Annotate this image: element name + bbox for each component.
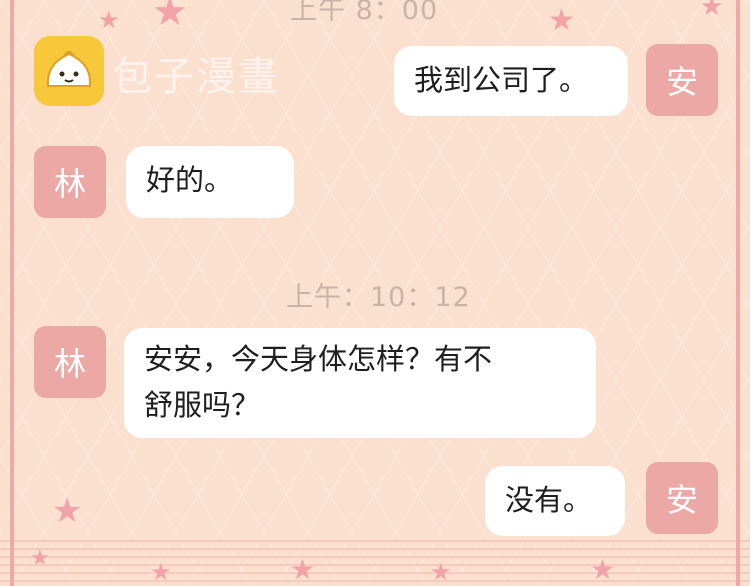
avatar[interactable]: 林 xyxy=(34,146,106,218)
message-bubble: 没有。 xyxy=(485,466,625,536)
avatar[interactable]: 安 xyxy=(646,462,718,534)
decorative-band xyxy=(0,534,750,586)
star-icon: ★ xyxy=(700,0,724,22)
right-border xyxy=(736,0,740,586)
star-icon: ★ xyxy=(590,553,616,586)
star-icon: ★ xyxy=(430,558,452,586)
message-bubble: 安安，今天身体怎样？有不 舒服吗？ xyxy=(124,328,596,438)
star-icon: ★ xyxy=(548,3,575,38)
message-bubble: 好的。 xyxy=(126,146,294,218)
message-text-line: 舒服吗？ xyxy=(144,388,261,422)
avatar[interactable]: 安 xyxy=(646,44,718,116)
star-icon: ★ xyxy=(150,558,172,586)
chat-background: ★ ★ ★ ★ ★ ★ ★ ★ ★ ★ 包子漫畫 上午 8：00 上午：10：1… xyxy=(0,0,750,586)
avatar[interactable]: 林 xyxy=(34,326,106,398)
timestamp: 上午 8：00 xyxy=(290,0,439,26)
star-icon: ★ xyxy=(152,0,188,35)
bun-icon xyxy=(34,36,104,106)
star-icon: ★ xyxy=(52,491,83,531)
message-text-line: 安安，今天身体怎样？有不 xyxy=(144,342,493,376)
timestamp: 上午：10：12 xyxy=(286,282,471,313)
star-icon: ★ xyxy=(290,553,316,586)
message-bubble: 我到公司了。 xyxy=(394,46,628,116)
star-icon: ★ xyxy=(30,546,50,571)
star-icon: ★ xyxy=(98,6,120,34)
watermark-text: 包子漫畫 xyxy=(112,54,280,100)
left-border xyxy=(10,0,14,586)
